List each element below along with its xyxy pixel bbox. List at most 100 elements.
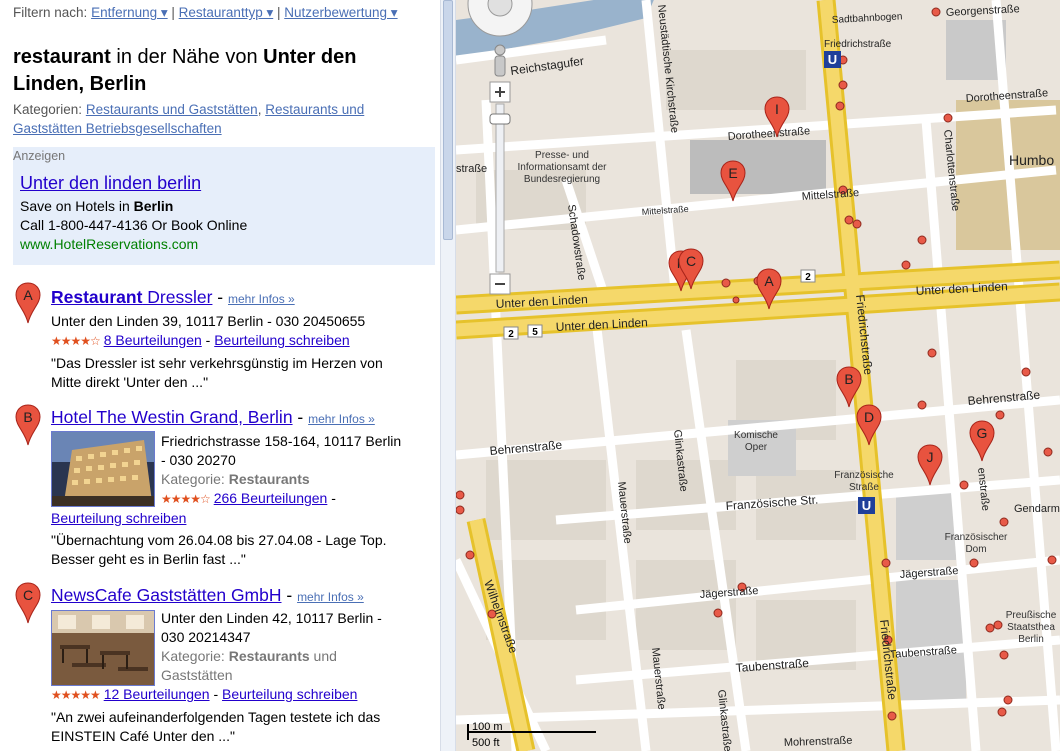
- search-term: restaurant: [13, 46, 111, 68]
- result-b-more-info[interactable]: mehr Infos »: [308, 412, 375, 426]
- result-a-title-bold[interactable]: Restaurant: [51, 287, 142, 307]
- pegman-icon[interactable]: [494, 44, 506, 77]
- marker-c-icon[interactable]: C: [15, 582, 41, 624]
- place-presse-1: Presse- und: [535, 150, 589, 161]
- ad-line-1-bold: Berlin: [133, 198, 174, 214]
- result-b-snippet-2: Besser geht es in Berlin fast ...": [51, 551, 246, 567]
- street-georgenstrasse: Georgenstraße: [946, 3, 1021, 19]
- place-preuss-2: Staatsthea: [1007, 622, 1055, 633]
- place-franz-strasse-1: Französische: [834, 470, 894, 481]
- ubahn-icon[interactable]: U: [824, 51, 841, 68]
- search-heading: restaurant in der Nähe von Unter den Lin…: [13, 44, 433, 98]
- gendarmenmarkt-building: [896, 490, 956, 560]
- marker-b-icon[interactable]: B: [15, 404, 41, 446]
- result-c-snippet-2: EINSTEIN Café Unter den ...": [51, 728, 235, 744]
- sponsored-ad: Anzeigen Unter den linden berlin Save on…: [13, 147, 435, 265]
- ubahn-icon-label-2: U: [862, 498, 871, 513]
- marker-a-icon[interactable]: A: [15, 282, 41, 324]
- street-mittelstrasse: Mittelstraße: [641, 204, 689, 217]
- result-c-address-1: Unter den Linden 42, 10117 Berlin -: [161, 610, 382, 626]
- result-c-snippet-1: "An zwei aufeinanderfolgenden Tagen test…: [51, 709, 381, 725]
- results-scrollbar[interactable]: [440, 0, 456, 751]
- marker-d-letter: D: [864, 409, 874, 425]
- result-c-category-extra: und: [309, 648, 337, 664]
- result-b-write-review[interactable]: Beurteilung schreiben: [51, 510, 186, 526]
- street-friedrichstrasse-top: Friedrichstraße: [824, 39, 892, 50]
- result-b-category: Kategorie: Restaurants: [161, 471, 310, 487]
- place-humbo: Humbo: [1009, 152, 1054, 168]
- place-franz-dom-2: Dom: [965, 544, 986, 555]
- result-a-snippet-2: Mitte direkt 'Unter den ...": [51, 374, 209, 390]
- filter-restaurant-type[interactable]: Restauranttyp ▾: [179, 5, 274, 20]
- place-komische-2: Oper: [745, 442, 768, 453]
- street-jaegerstrasse-2: Jägerstraße: [899, 565, 958, 581]
- zoom-out-button[interactable]: [489, 273, 511, 295]
- ubahn-icon-2[interactable]: U: [858, 497, 875, 514]
- result-b-address-2: - 030 20270: [161, 452, 236, 468]
- result-b-title-link[interactable]: Hotel The Westin Grand, Berlin: [51, 407, 293, 427]
- result-c-more-info[interactable]: mehr Infos »: [297, 590, 364, 604]
- place-preuss-1: Preußische: [1006, 610, 1057, 621]
- result-b-rating-line: ★★★★☆ 266 Beurteilungen -: [161, 490, 336, 506]
- result-b-snippet-1: "Übernachtung vom 26.04.08 bis 27.04.08 …: [51, 532, 387, 548]
- result-c-title-link[interactable]: NewsCafe Gaststätten GmbH: [51, 585, 282, 605]
- marker-a-letter: A: [23, 287, 33, 303]
- zoom-slider-track[interactable]: [495, 103, 505, 273]
- result-b-stars: ★★★★☆: [161, 492, 211, 506]
- street-mauerstrasse-2: Mauerstraße: [649, 647, 667, 710]
- place-franz-strasse-2: Straße: [849, 482, 879, 493]
- marker-g-letter: G: [977, 425, 988, 441]
- parking-building: [690, 140, 826, 194]
- marker-j-icon[interactable]: J: [917, 444, 943, 486]
- marker-c-map-letter: C: [686, 253, 696, 269]
- result-b-photo[interactable]: [51, 431, 155, 507]
- result-a-more-info[interactable]: mehr Infos »: [228, 292, 295, 306]
- scrollbar-thumb[interactable]: [443, 0, 453, 240]
- zoom-slider-handle[interactable]: [489, 113, 511, 125]
- place-preuss-3: Berlin: [1018, 634, 1044, 645]
- map-view[interactable]: Unter den Linden Unter den Linden Unter …: [456, 0, 1060, 751]
- marker-b-letter: B: [23, 409, 32, 425]
- result-a-reviews[interactable]: 8 Beurteilungen: [104, 332, 202, 348]
- result-b-reviews[interactable]: 266 Beurteilungen: [214, 490, 328, 506]
- ad-title-link[interactable]: Unter den linden berlin: [20, 173, 201, 193]
- result-c-category-label: Kategorie:: [161, 648, 225, 664]
- road-shield-1: 2: [805, 272, 811, 283]
- scale-imperial: 500 ft: [472, 737, 500, 749]
- result-a-snippet-1: "Das Dressler ist sehr verkehrsgünstig i…: [51, 355, 383, 371]
- ad-url[interactable]: www.HotelReservations.com: [20, 236, 198, 252]
- scale-metric: 100 m: [472, 721, 503, 733]
- result-b-category-label: Kategorie:: [161, 471, 225, 487]
- marker-g-icon[interactable]: G: [969, 420, 995, 462]
- result-item-b: B Hotel The Westin Grand, Berlin - mehr …: [0, 404, 440, 574]
- result-c-title[interactable]: NewsCafe Gaststätten GmbH - mehr Infos »: [51, 585, 364, 606]
- marker-e-letter: E: [728, 165, 737, 181]
- street-enstrasse: enstraße: [975, 467, 991, 511]
- street-taubenstrasse: Taubenstraße: [735, 656, 810, 675]
- result-item-a: A Restaurant Dressler - mehr Infos » Unt…: [0, 282, 440, 397]
- street-glinkastrasse-2: Glinkastraße: [715, 689, 733, 751]
- zoom-in-button[interactable]: [489, 81, 511, 103]
- place-presse-2: Informationsamt der: [518, 162, 608, 173]
- result-b-address-1: Friedrichstrasse 158-164, 10117 Berlin: [161, 433, 402, 449]
- category-link-1[interactable]: Restaurants und Gaststätten: [86, 102, 258, 117]
- result-b-write-line: Beurteilung schreiben: [51, 510, 186, 526]
- result-c-reviews[interactable]: 12 Beurteilungen: [104, 686, 210, 702]
- road-shield-3: 5: [532, 327, 538, 338]
- filter-label: Filtern nach:: [13, 5, 88, 20]
- marker-i-letter: I: [775, 101, 779, 117]
- street-sadtbahnbogen: Sadtbahnbogen: [832, 11, 903, 26]
- marker-e-icon[interactable]: E: [720, 160, 746, 202]
- marker-b-map-letter: B: [844, 371, 853, 387]
- categories-label: Kategorien:: [13, 102, 83, 117]
- result-a-title-rest[interactable]: Dressler: [142, 287, 212, 307]
- filter-distance[interactable]: Entfernung ▾: [91, 5, 168, 20]
- ubahn-icon-label-1: U: [828, 52, 837, 67]
- result-a-title[interactable]: Restaurant Dressler - mehr Infos »: [51, 287, 295, 308]
- result-c-write-review[interactable]: Beurteilung schreiben: [222, 686, 357, 702]
- result-a-write-review[interactable]: Beurteilung schreiben: [214, 332, 349, 348]
- result-c-photo[interactable]: [51, 610, 155, 686]
- result-b-title[interactable]: Hotel The Westin Grand, Berlin - mehr In…: [51, 407, 375, 428]
- ad-line-1: Save on Hotels in Berlin: [20, 198, 173, 214]
- filter-user-rating[interactable]: Nutzerbewertung ▾: [284, 5, 397, 20]
